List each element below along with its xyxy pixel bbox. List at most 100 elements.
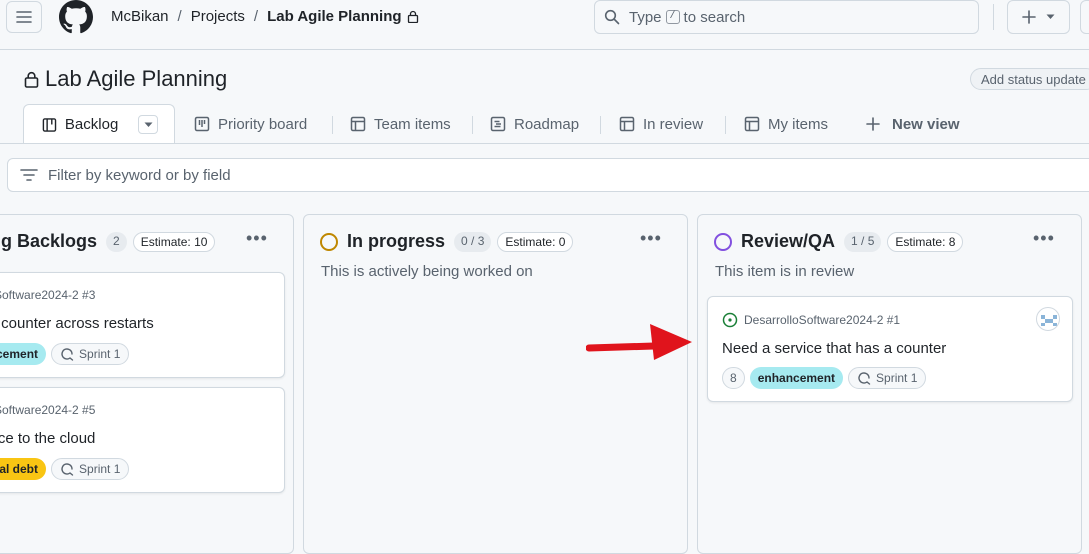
breadcrumb-separator: / — [177, 8, 182, 25]
filter-input[interactable]: Filter by keyword or by field — [7, 158, 1089, 192]
column-description: This item is in review — [715, 263, 855, 280]
label-badge[interactable]: enhancement — [749, 367, 844, 389]
tab-priority-board[interactable]: Priority board — [194, 104, 307, 144]
column-estimate: Estimate: 10 — [132, 231, 216, 252]
column-header: Review/QA 1 / 5 Estimate: 8 — [714, 231, 964, 252]
card-tags: nical debt Sprint 1 — [0, 458, 130, 480]
table-icon — [744, 116, 760, 132]
column-name: g Backlogs — [1, 231, 98, 251]
column-count: 2 — [106, 231, 127, 252]
tab-backlog[interactable]: Backlog — [23, 104, 175, 144]
issues-button[interactable] — [1080, 0, 1089, 34]
sprint-label: Sprint 1 — [79, 462, 121, 476]
sprint-badge[interactable]: Sprint 1 — [848, 367, 927, 389]
sprint-label: Sprint 1 — [79, 347, 121, 361]
tab-label: Team items — [374, 115, 451, 133]
issue-card[interactable]: DesarrolloSoftware2024-2 #1 Need a servi… — [707, 296, 1073, 402]
breadcrumb-owner[interactable]: McBikan — [111, 8, 169, 25]
sprint-label: Sprint 1 — [876, 371, 918, 385]
column-header: g Backlogs 2 Estimate: 10 — [1, 231, 216, 252]
tab-label: Backlog — [64, 116, 119, 133]
sprint-badge[interactable]: Sprint 1 — [51, 458, 130, 480]
plus-icon — [866, 117, 880, 131]
iteration-icon — [61, 463, 74, 476]
column-more-options-button[interactable]: ••• — [1033, 229, 1055, 247]
tab-roadmap[interactable]: Roadmap — [490, 104, 579, 144]
card-repo[interactable]: lloSoftware2024-2 #5 — [0, 403, 95, 417]
card-tags: 8 enhancement Sprint 1 — [722, 367, 927, 389]
column-count: 0 / 3 — [454, 231, 492, 252]
card-repo-text: DesarrolloSoftware2024-2 #1 — [744, 313, 901, 327]
new-view-label: New view — [892, 115, 960, 133]
iteration-icon — [858, 372, 871, 385]
annotation-arrow-icon — [586, 324, 692, 360]
tab-in-review[interactable]: In review — [619, 104, 703, 144]
open-issue-icon — [722, 312, 738, 328]
breadcrumb-current[interactable]: Lab Agile Planning — [267, 8, 401, 25]
breadcrumb-projects[interactable]: Projects — [191, 8, 245, 25]
card-title[interactable]: rvice to the cloud — [0, 430, 95, 447]
search-suffix: to search — [683, 8, 746, 26]
hamburger-icon — [16, 11, 32, 23]
tab-team-items[interactable]: Team items — [350, 104, 451, 144]
tab-label: In review — [643, 115, 704, 133]
view-options-button[interactable] — [138, 115, 158, 134]
tab-label: Priority board — [218, 115, 308, 133]
column-more-options-button[interactable]: ••• — [640, 229, 662, 247]
card-title[interactable]: Need a service that has a counter — [722, 340, 946, 357]
issue-card[interactable]: lloSoftware2024-2 #3 ist counter across … — [0, 272, 285, 378]
column-estimate: Estimate: 0 — [497, 231, 574, 252]
github-logo-icon[interactable] — [59, 0, 93, 34]
assignee-avatar[interactable] — [1036, 307, 1060, 331]
table-icon — [350, 116, 366, 132]
card-repo[interactable]: DesarrolloSoftware2024-2 #1 — [722, 312, 900, 328]
tab-label: Roadmap — [514, 115, 580, 133]
breadcrumb: McBikan / Projects / Lab Agile Planning — [111, 8, 419, 25]
board-column-review-qa: Review/QA 1 / 5 Estimate: 8 ••• This ite… — [697, 214, 1082, 554]
column-more-options-button[interactable]: ••• — [246, 229, 268, 247]
column-name: Review/QA — [741, 231, 836, 251]
project-title-text: Lab Agile Planning — [45, 66, 228, 91]
table-icon — [42, 117, 57, 132]
sprint-badge[interactable]: Sprint 1 — [51, 343, 130, 365]
lock-icon — [24, 71, 39, 88]
table-icon — [619, 116, 635, 132]
menu-button[interactable] — [6, 1, 42, 33]
header-divider — [993, 4, 994, 30]
issue-card[interactable]: lloSoftware2024-2 #5 rvice to the cloud … — [0, 387, 285, 493]
lock-icon — [407, 10, 419, 23]
search-input[interactable]: Type / to search — [594, 0, 979, 34]
search-shortcut-key: / — [665, 10, 680, 24]
add-status-update-button[interactable]: Add status update — [970, 68, 1089, 90]
tab-divider — [472, 116, 473, 134]
tab-divider — [725, 116, 726, 134]
new-view-button[interactable]: New view — [866, 104, 960, 144]
chevron-down-icon — [1046, 14, 1055, 19]
card-title[interactable]: ist counter across restarts — [0, 315, 154, 332]
column-header: In progress 0 / 3 Estimate: 0 — [320, 231, 574, 252]
status-circle-icon — [714, 232, 732, 251]
search-prefix: Type — [629, 8, 662, 26]
iteration-icon — [61, 348, 74, 361]
column-description: This is actively being worked on — [321, 263, 533, 280]
project-title: Lab Agile Planning — [24, 66, 227, 92]
view-tabs: Backlog Priority board Team items Roadma… — [0, 104, 1089, 144]
filter-icon — [20, 169, 38, 181]
label-badge[interactable]: ancement — [0, 343, 47, 365]
estimate-badge[interactable]: 8 — [722, 367, 745, 389]
chevron-down-icon — [144, 122, 153, 127]
board-column-in-progress: In progress 0 / 3 Estimate: 0 ••• This i… — [303, 214, 688, 554]
tab-my-items[interactable]: My items — [744, 104, 828, 144]
board-icon — [194, 116, 210, 132]
board-column-backlogs: g Backlogs 2 Estimate: 10 ••• lloSoftwar… — [0, 214, 294, 554]
card-tags: ancement Sprint 1 — [0, 343, 130, 365]
create-new-button[interactable] — [1007, 0, 1070, 34]
column-name: In progress — [347, 231, 446, 251]
card-repo[interactable]: lloSoftware2024-2 #3 — [0, 288, 95, 302]
roadmap-icon — [490, 116, 506, 132]
column-estimate: Estimate: 8 — [887, 231, 964, 252]
plus-icon — [1022, 10, 1036, 24]
label-badge[interactable]: nical debt — [0, 458, 47, 480]
tab-label: My items — [768, 115, 828, 133]
status-circle-icon — [320, 232, 338, 251]
